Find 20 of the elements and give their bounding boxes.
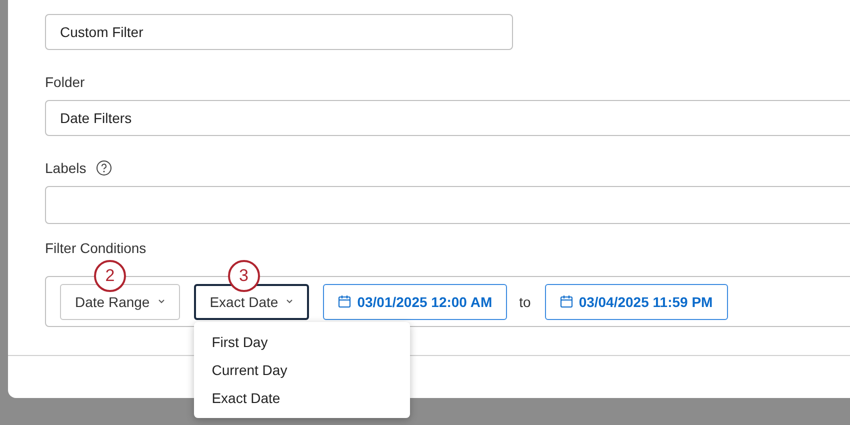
field-label: Labels bbox=[45, 160, 86, 176]
help-icon[interactable] bbox=[96, 160, 112, 176]
calendar-icon bbox=[338, 295, 352, 308]
caret-icon bbox=[286, 299, 294, 304]
menu-item[interactable]: First Day bbox=[194, 328, 410, 356]
field-label: Folder bbox=[45, 74, 85, 90]
folder-field[interactable]: Date Filters bbox=[45, 100, 850, 136]
caret-icon bbox=[158, 299, 165, 304]
start-type-dropdown[interactable]: Exact Date bbox=[194, 284, 310, 320]
name-field[interactable]: Custom Filter bbox=[45, 14, 513, 50]
separator-text: to bbox=[519, 294, 531, 310]
menu-item[interactable]: Exact Date bbox=[194, 384, 410, 412]
callout-badge: 2 bbox=[94, 260, 126, 292]
start-date-button[interactable]: 03/01/2025 12:00 AM bbox=[323, 284, 508, 320]
menu-item[interactable]: Current Day bbox=[194, 356, 410, 384]
calendar-icon bbox=[560, 295, 573, 308]
end-date-button[interactable]: 03/04/2025 11:59 PM bbox=[544, 284, 728, 320]
callout-badge: 3 bbox=[228, 260, 260, 292]
field-label: Filter Conditions bbox=[45, 240, 146, 256]
range-type-dropdown[interactable]: Date Range bbox=[60, 284, 180, 320]
